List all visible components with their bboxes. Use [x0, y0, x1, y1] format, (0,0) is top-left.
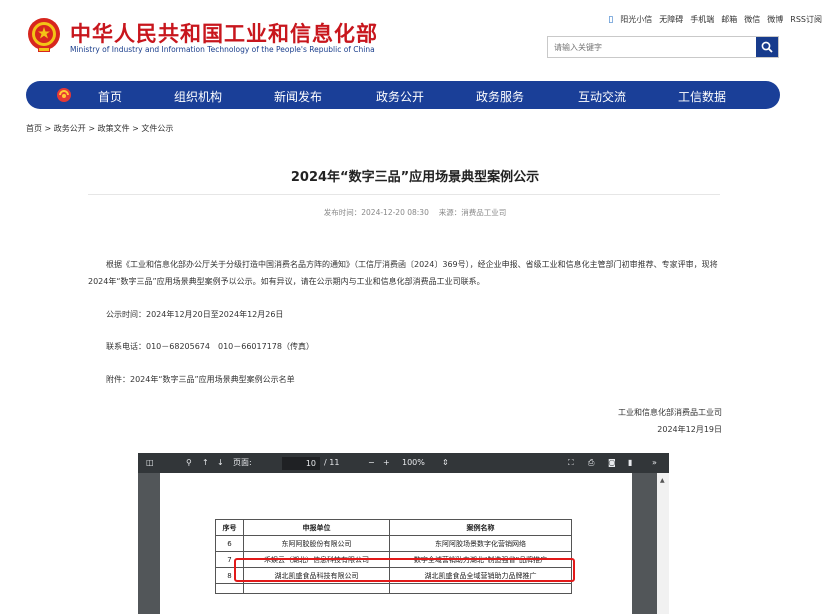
home-logo-icon[interactable]	[56, 87, 72, 103]
pdf-viewer[interactable]: ◫ ⚲ ↑ ↓ 页面: 10 / 11 − + 100% ⇕ ⛶ ⎙ ◙ ▮ »…	[138, 453, 669, 614]
pdf-toolbar: ◫ ⚲ ↑ ↓ 页面: 10 / 11 − + 100% ⇕ ⛶ ⎙ ◙ ▮ »	[138, 453, 669, 473]
link-rss[interactable]: RSS订阅	[790, 14, 822, 25]
page-number-input[interactable]: 10	[282, 457, 320, 470]
site-title[interactable]: 中华人民共和国工业和信息化部	[70, 18, 378, 48]
nav-government-affairs[interactable]: 政务公开	[376, 88, 424, 105]
cell-case: 东阿阿胶场景数字化营销网络	[389, 535, 572, 552]
breadcrumb[interactable]: 首页 > 政务公开 > 政策文件 > 文件公示	[26, 123, 173, 134]
nav-interaction[interactable]: 互动交流	[578, 88, 626, 105]
sidebar-toggle-icon[interactable]: ◫	[146, 453, 154, 473]
scroll-up-icon[interactable]: ▲	[660, 477, 665, 484]
site-subtitle: Ministry of Industry and Information Tec…	[70, 45, 375, 54]
pdf-scrollbar[interactable]: ▲	[657, 473, 669, 614]
cell-no	[215, 583, 244, 594]
link-weibo[interactable]: 微博	[767, 14, 783, 25]
link-sunshine[interactable]: 阳光小信	[620, 14, 652, 25]
zoom-dropdown-icon[interactable]: ⇕	[442, 453, 449, 473]
publish-meta: 发布时间：2024-12-20 08:30 来源：消费品工业司	[323, 208, 507, 217]
signer: 工业和信息化部消费品工业司	[618, 408, 722, 417]
national-emblem-icon[interactable]	[26, 16, 62, 54]
page-total: / 11	[324, 458, 340, 467]
cell-unit	[243, 583, 390, 594]
contact-phone: 联系电话：010－68205674 010－66017178（传真）	[106, 342, 314, 351]
nav-news[interactable]: 新闻发布	[274, 88, 322, 105]
search-box	[547, 36, 779, 58]
more-icon[interactable]: »	[652, 453, 657, 473]
page-label: 页面:	[233, 458, 252, 467]
zoom-out-button[interactable]: −	[368, 453, 375, 473]
link-mail[interactable]: 邮箱	[721, 14, 737, 25]
zoom-level[interactable]: 100%	[402, 453, 425, 473]
cell-no: 6	[215, 535, 244, 552]
notice-period: 公示时间：2024年12月20日至2024年12月26日	[106, 310, 284, 319]
fit-page-icon[interactable]: ⛶	[568, 453, 574, 473]
page-title: 2024年“数字三品”应用场景典型案例公示	[290, 170, 540, 185]
sign-date: 2024年12月19日	[657, 425, 722, 434]
zoom-in-button[interactable]: +	[383, 453, 390, 473]
header-unit: 申报单位	[243, 519, 390, 536]
table-header-row: 序号 申报单位 案例名称	[215, 519, 572, 536]
bookmark-icon[interactable]: ▮	[628, 453, 632, 473]
attachment-link[interactable]: 附件：2024年“数字三品”应用场景典型案例公示名单	[106, 374, 295, 385]
link-mobile[interactable]: 手机端	[690, 14, 714, 25]
nav-home[interactable]: 首页	[98, 88, 122, 105]
main-nav: 首页 组织机构 新闻发布 政务公开 政务服务 互动交流 工信数据	[26, 81, 780, 109]
cell-case	[389, 583, 572, 594]
nav-organization[interactable]: 组织机构	[174, 88, 222, 105]
link-accessibility[interactable]: 无障碍	[659, 14, 683, 25]
title-divider	[88, 194, 720, 195]
cases-table: 序号 申报单位 案例名称 6 东阿阿胶股份有限公司 东阿阿胶场景数字化营销网络 …	[215, 519, 572, 594]
nav-data[interactable]: 工信数据	[678, 88, 726, 105]
header-case: 案例名称	[389, 519, 572, 536]
site-header: 中华人民共和国工业和信息化部 Ministry of Industry and …	[0, 0, 830, 78]
cell-unit: 东阿阿胶股份有限公司	[243, 535, 390, 552]
header-no: 序号	[215, 519, 244, 536]
nav-services[interactable]: 政务服务	[476, 88, 524, 105]
table-row: 6 东阿阿胶股份有限公司 东阿阿胶场景数字化营销网络	[215, 535, 572, 552]
arrow-up-icon[interactable]: ↑	[202, 453, 209, 473]
arrow-down-icon[interactable]: ↓	[217, 453, 224, 473]
mobile-phone-icon: ▯	[608, 14, 614, 25]
top-links: ▯ 阳光小信 无障碍 手机端 邮箱 微信 微博 RSS订阅	[608, 14, 822, 25]
search-icon[interactable]: ⚲	[186, 453, 192, 473]
search-button[interactable]	[756, 37, 778, 57]
print-icon[interactable]: ⎙	[588, 453, 594, 473]
highlight-box	[234, 558, 575, 582]
article-body: 根据《工业和信息化部办公厅关于分级打造中国消费名品方阵的通知》（工信厅消费函〔2…	[88, 260, 718, 286]
search-icon	[761, 41, 773, 53]
link-wechat[interactable]: 微信	[744, 14, 760, 25]
search-input[interactable]	[548, 37, 756, 57]
table-row	[215, 583, 572, 594]
pdf-page: 序号 申报单位 案例名称 6 东阿阿胶股份有限公司 东阿阿胶场景数字化营销网络 …	[160, 473, 632, 614]
save-icon[interactable]: ◙	[608, 453, 616, 473]
